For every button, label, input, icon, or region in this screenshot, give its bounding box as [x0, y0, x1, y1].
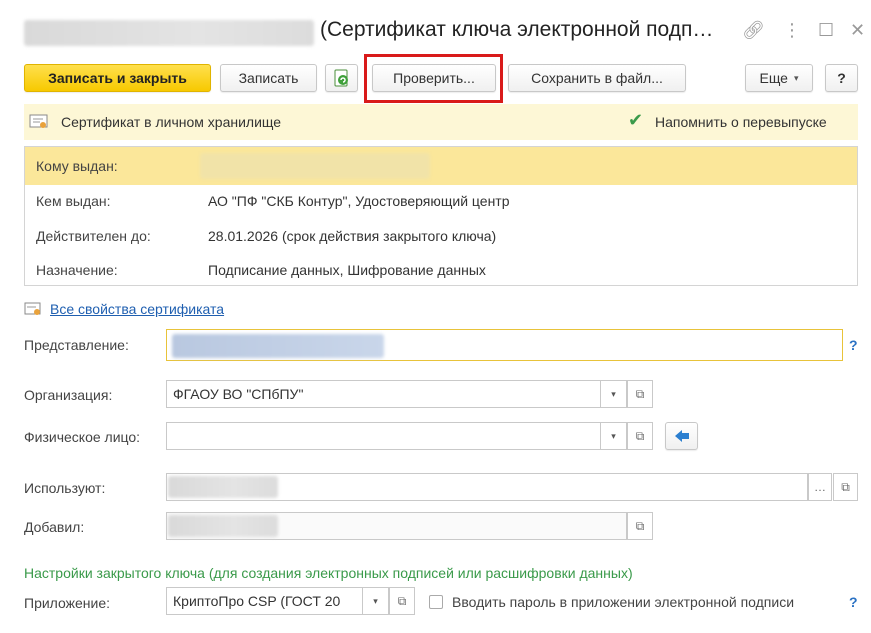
- issued-to-row: [25, 147, 857, 185]
- presentation-help-icon[interactable]: ?: [849, 337, 858, 353]
- certificate-properties-icon: [24, 302, 41, 315]
- users-select-button[interactable]: …: [808, 473, 832, 501]
- remind-checkbox-label[interactable]: Напомнить о перевыпуске: [655, 114, 827, 130]
- organization-label: Организация:: [24, 387, 113, 403]
- purpose-label: Назначение:: [36, 262, 118, 278]
- person-dropdown-button[interactable]: ▾: [601, 422, 627, 450]
- storage-status-text: Сертификат в личном хранилище: [61, 114, 282, 130]
- close-icon[interactable]: ✕: [850, 20, 865, 41]
- organization-value: ФГАОУ ВО "СПбПУ": [173, 386, 304, 402]
- more-label: Еще: [759, 70, 788, 86]
- open-copy-icon: ⧉: [841, 479, 850, 494]
- refresh-button[interactable]: [325, 64, 358, 92]
- person-input[interactable]: [166, 422, 601, 450]
- application-value: КриптоПро CSP (ГОСТ 20: [173, 593, 341, 609]
- save-to-file-button[interactable]: Сохранить в файл...: [508, 64, 686, 92]
- window-title-redacted: [24, 20, 314, 46]
- maximize-icon[interactable]: ☐: [818, 20, 834, 41]
- purpose-value: Подписание данных, Шифрование данных: [208, 262, 486, 278]
- users-label: Используют:: [24, 480, 106, 496]
- window-title: (Сертификат ключа электронной подп…: [320, 18, 714, 41]
- application-input[interactable]: КриптоПро CSP (ГОСТ 20: [166, 587, 363, 615]
- remind-checkbox-check[interactable]: ✔: [628, 110, 643, 131]
- issued-by-value: АО "ПФ "СКБ Контур", Удостоверяющий цент…: [208, 193, 510, 209]
- more-vertical-icon[interactable]: ⋮: [783, 20, 801, 41]
- open-copy-icon: ⧉: [635, 386, 645, 401]
- all-properties-link[interactable]: Все свойства сертификата: [50, 301, 224, 317]
- chevron-down-icon: ▾: [611, 388, 616, 399]
- private-key-section-title: Настройки закрытого ключа (для создания …: [24, 565, 633, 581]
- more-button[interactable]: Еще ▾: [745, 64, 813, 92]
- valid-until-label: Действителен до:: [36, 228, 151, 244]
- person-label: Физическое лицо:: [24, 429, 141, 445]
- issued-by-label: Кем выдан:: [36, 193, 111, 209]
- organization-input[interactable]: ФГАОУ ВО "СПбПУ": [166, 380, 601, 408]
- users-open-button[interactable]: ⧉: [833, 473, 858, 501]
- arrow-left-icon: [674, 430, 689, 442]
- users-value-redacted: [168, 476, 278, 498]
- added-by-value-redacted: [168, 515, 278, 537]
- password-in-app-checkbox[interactable]: [429, 595, 443, 609]
- chevron-down-icon: ▾: [373, 595, 378, 606]
- password-help-icon[interactable]: ?: [849, 594, 858, 610]
- application-dropdown-button[interactable]: ▾: [363, 587, 389, 615]
- save-and-close-button[interactable]: Записать и закрыть: [24, 64, 211, 92]
- person-action-button[interactable]: [665, 422, 698, 450]
- chevron-down-icon: ▾: [793, 72, 799, 83]
- application-open-button[interactable]: ⧉: [389, 587, 415, 615]
- check-button[interactable]: Проверить...: [372, 64, 496, 92]
- presentation-label: Представление:: [24, 337, 129, 353]
- password-in-app-label[interactable]: Вводить пароль в приложении электронной …: [452, 594, 794, 610]
- open-copy-icon: ⧉: [397, 593, 407, 608]
- refresh-icon: [334, 69, 348, 87]
- link-icon[interactable]: 🔗︎: [742, 20, 765, 41]
- open-copy-icon: ⧉: [635, 428, 645, 443]
- application-label: Приложение:: [24, 595, 111, 611]
- chevron-down-icon: ▾: [611, 430, 616, 441]
- organization-open-button[interactable]: ⧉: [627, 380, 653, 408]
- open-copy-icon: ⧉: [635, 518, 645, 533]
- presentation-value-redacted: [172, 334, 384, 358]
- help-button[interactable]: ?: [825, 64, 858, 92]
- added-by-open-button[interactable]: ⧉: [627, 512, 653, 540]
- added-by-label: Добавил:: [24, 519, 85, 535]
- save-button[interactable]: Записать: [220, 64, 317, 92]
- issued-to-value-redacted: [200, 153, 430, 179]
- person-open-button[interactable]: ⧉: [627, 422, 653, 450]
- organization-dropdown-button[interactable]: ▾: [601, 380, 627, 408]
- certificate-icon: [29, 114, 48, 128]
- issued-to-label: Кому выдан:: [36, 158, 118, 174]
- valid-until-value: 28.01.2026 (срок действия закрытого ключ…: [208, 228, 497, 244]
- ellipsis-icon: …: [814, 480, 826, 494]
